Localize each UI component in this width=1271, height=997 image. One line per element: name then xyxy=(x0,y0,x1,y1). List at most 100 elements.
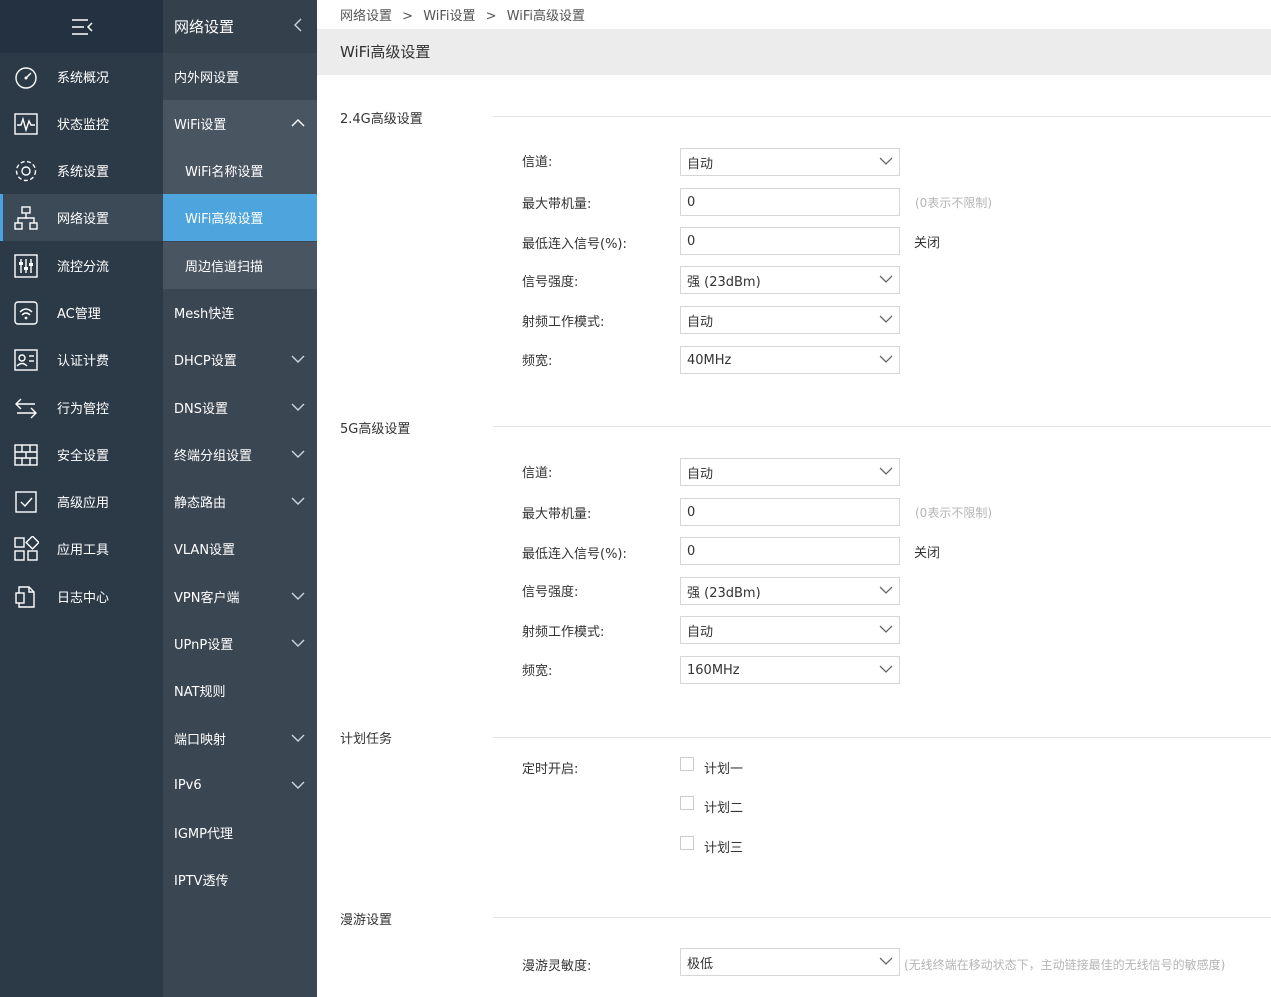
main-content: 网络设置 > WiFi设置 > WiFi高级设置 WiFi高级设置 2.4G高级… xyxy=(317,0,1271,997)
subnav-label: UPnP设置 xyxy=(174,638,234,653)
section-divider xyxy=(493,426,1271,427)
subnav-label: VPN客户端 xyxy=(174,591,240,606)
nav-item-auth-billing[interactable]: 认证计费 xyxy=(0,336,163,383)
subnav-item-dhcp[interactable]: DHCP设置 xyxy=(163,336,317,383)
subnav-item-static-route[interactable]: 静态路由 xyxy=(163,478,317,525)
select-bandwidth-5g[interactable]: 160MHz xyxy=(680,656,900,684)
checkbox-plan-1[interactable] xyxy=(680,757,694,771)
subnav-item-iptv[interactable]: IPTV透传 xyxy=(163,856,317,903)
subnav-item-upnp[interactable]: UPnP设置 xyxy=(163,620,317,667)
breadcrumb-separator: > xyxy=(485,9,497,24)
subnav-item-port-mapping[interactable]: 端口映射 xyxy=(163,715,317,762)
input-value: 0 xyxy=(687,194,696,210)
subnav-item-ipv6[interactable]: IPv6 xyxy=(163,762,317,809)
nav-item-ac-management[interactable]: AC管理 xyxy=(0,289,163,336)
hint-max-clients-5g: (0表示不限制) xyxy=(915,506,992,520)
section-title-2g: 2.4G高级设置 xyxy=(340,112,423,127)
min-signal-state-2g: 关闭 xyxy=(914,236,941,251)
nav-item-system-settings[interactable]: 系统设置 xyxy=(0,147,163,194)
hint-roaming-sensitivity: (无线终端在移动状态下，主动链接最佳的无线信号的敏感度) xyxy=(904,958,1226,972)
nav-item-security-settings[interactable]: 安全设置 xyxy=(0,431,163,478)
menu-collapse-icon[interactable] xyxy=(69,17,95,37)
chevron-left-icon[interactable] xyxy=(293,17,303,33)
plan-label: 计划三 xyxy=(704,841,744,856)
sliders-icon xyxy=(14,254,38,278)
label-timed-on: 定时开启: xyxy=(522,762,579,777)
nav-item-behavior-control[interactable]: 行为管控 xyxy=(0,384,163,431)
select-channel-5g[interactable]: 自动 xyxy=(680,458,900,486)
document-icon xyxy=(15,586,35,608)
select-channel-2g[interactable]: 自动 xyxy=(680,148,900,176)
section-title-roaming: 漫游设置 xyxy=(340,913,393,928)
sidebar-toggle[interactable] xyxy=(0,0,163,53)
subnav-item-wifi-advanced[interactable]: WiFi高级设置 xyxy=(163,194,317,241)
select-rf-mode-5g[interactable]: 自动 xyxy=(680,616,900,644)
subnav-item-vlan[interactable]: VLAN设置 xyxy=(163,525,317,572)
input-value: 0 xyxy=(687,504,696,520)
chevron-down-icon xyxy=(291,497,305,505)
nav-item-label: 网络设置 xyxy=(57,212,110,227)
apps-icon xyxy=(14,536,39,561)
subnav-item-vpn-client[interactable]: VPN客户端 xyxy=(163,573,317,620)
subnav-item-wifi-name[interactable]: WiFi名称设置 xyxy=(163,147,317,194)
checkbox-plan-2[interactable] xyxy=(680,796,694,810)
subnav-label: IPv6 xyxy=(174,778,202,793)
subnav-label: 内外网设置 xyxy=(174,71,240,86)
select-power-2g[interactable]: 强 (23dBm) xyxy=(680,266,900,294)
subnav-item-igmp[interactable]: IGMP代理 xyxy=(163,809,317,856)
nav-item-advanced-apps[interactable]: 高级应用 xyxy=(0,478,163,525)
select-power-5g[interactable]: 强 (23dBm) xyxy=(680,577,900,605)
subnav-label: 端口映射 xyxy=(174,733,227,748)
nav-item-label: 安全设置 xyxy=(57,449,110,464)
nav-item-label: 应用工具 xyxy=(57,543,110,558)
input-min-signal-2g[interactable]: 0 xyxy=(680,227,900,255)
select-value: 强 (23dBm) xyxy=(687,585,761,601)
page-title-bar: WiFi高级设置 xyxy=(317,29,1271,75)
select-value: 40MHz xyxy=(687,352,732,368)
app-root: 系统概况 状态监控 系统设置 网络设置 流控分流 AC管理 认证计费 行为管控 xyxy=(0,0,1271,997)
subnav-label: IPTV透传 xyxy=(174,874,229,889)
chevron-down-icon xyxy=(291,639,305,647)
breadcrumb-item[interactable]: WiFi设置 xyxy=(423,9,475,24)
nav-item-label: 状态监控 xyxy=(57,118,110,133)
subnav-label: 周边信道扫描 xyxy=(185,260,264,275)
subnav-item-wifi[interactable]: WiFi设置 xyxy=(163,100,317,147)
subnav-item-mesh[interactable]: Mesh快连 xyxy=(163,289,317,336)
label-power-2g: 信号强度: xyxy=(522,275,579,290)
nav-item-flow-control[interactable]: 流控分流 xyxy=(0,242,163,289)
sub-sidebar-header[interactable]: 网络设置 xyxy=(163,0,317,53)
chevron-down-icon xyxy=(879,586,893,594)
nav-item-status-monitor[interactable]: 状态监控 xyxy=(0,100,163,147)
input-min-signal-5g[interactable]: 0 xyxy=(680,537,900,565)
chevron-down-icon xyxy=(291,734,305,742)
nav-item-system-overview[interactable]: 系统概况 xyxy=(0,53,163,100)
subnav-item-dns[interactable]: DNS设置 xyxy=(163,384,317,431)
subnav-label: VLAN设置 xyxy=(174,543,236,558)
nav-item-app-tools[interactable]: 应用工具 xyxy=(0,525,163,572)
subnav-item-channel-scan[interactable]: 周边信道扫描 xyxy=(163,242,317,289)
select-rf-mode-2g[interactable]: 自动 xyxy=(680,306,900,334)
checkbox-plan-3[interactable] xyxy=(680,836,694,850)
input-max-clients-5g[interactable]: 0 xyxy=(680,498,900,526)
select-bandwidth-2g[interactable]: 40MHz xyxy=(680,346,900,374)
breadcrumb-item[interactable]: 网络设置 xyxy=(340,9,392,24)
input-max-clients-2g[interactable]: 0 xyxy=(680,188,900,216)
label-channel-5g: 信道: xyxy=(522,466,553,481)
subnav-label: DHCP设置 xyxy=(174,354,237,369)
select-value: 自动 xyxy=(687,156,714,172)
label-min-signal-5g: 最低连入信号(%): xyxy=(522,547,627,562)
chevron-down-icon xyxy=(291,592,305,600)
input-value: 0 xyxy=(687,233,696,249)
subnav-label: WiFi设置 xyxy=(174,118,227,133)
select-roaming-sensitivity[interactable]: 极低 xyxy=(680,948,900,976)
subnav-item-nat[interactable]: NAT规则 xyxy=(163,667,317,714)
label-max-clients-2g: 最大带机量: xyxy=(522,197,592,212)
id-card-icon xyxy=(14,349,38,371)
subnav-label: 终端分组设置 xyxy=(174,449,253,464)
chevron-up-icon xyxy=(291,119,305,127)
subnav-item-lan-wan[interactable]: 内外网设置 xyxy=(163,53,317,100)
nav-item-network-settings[interactable]: 网络设置 xyxy=(0,194,163,241)
subnav-item-terminal-group[interactable]: 终端分组设置 xyxy=(163,431,317,478)
nav-item-log-center[interactable]: 日志中心 xyxy=(0,573,163,620)
select-value: 自动 xyxy=(687,314,714,330)
